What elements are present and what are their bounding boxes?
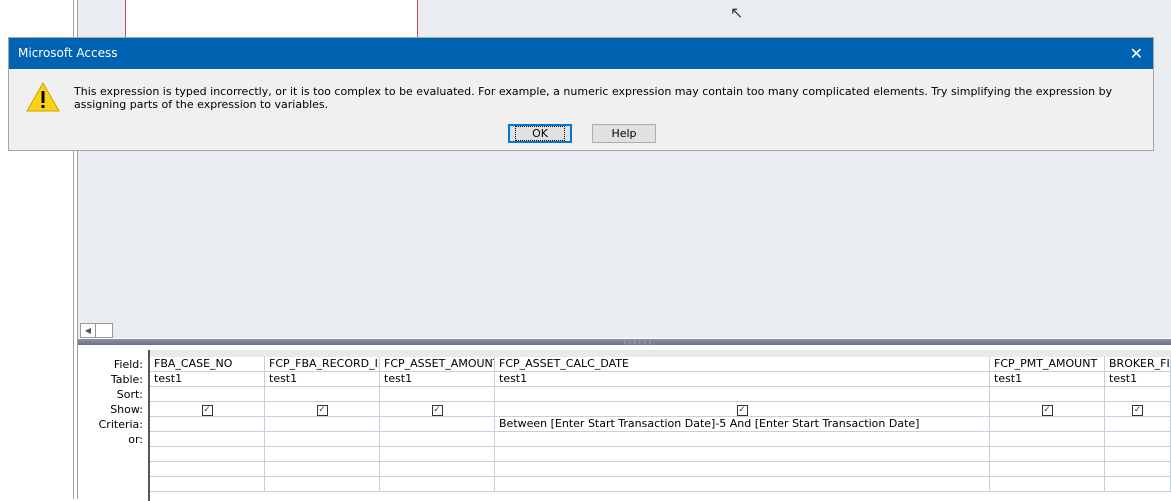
help-button[interactable]: Help xyxy=(592,124,656,143)
grid-cell-table[interactable]: test1 xyxy=(265,372,380,387)
grid-cell-show[interactable]: ✓ xyxy=(1105,402,1171,417)
grid-cell-table[interactable]: test1 xyxy=(1105,372,1171,387)
grid-cell-sort[interactable] xyxy=(1105,387,1171,402)
grid-cell-table[interactable]: test1 xyxy=(990,372,1105,387)
grid-cell-criteria[interactable]: Between [Enter Start Transaction Date]-5… xyxy=(495,417,990,432)
ok-button[interactable]: OK xyxy=(508,124,572,143)
grid-cell-field[interactable]: FCP_FBA_RECORD_ID xyxy=(265,357,380,372)
column-selector[interactable] xyxy=(990,350,1106,357)
grid-cell-field[interactable]: FCP_PMT_AMOUNT xyxy=(990,357,1105,372)
grid-cell-or[interactable] xyxy=(990,477,1105,492)
ok-label: OK xyxy=(515,126,565,141)
grid-cell-or[interactable] xyxy=(265,432,380,447)
dialog-title: Microsoft Access xyxy=(18,46,118,60)
grid-cell-show[interactable]: ✓ xyxy=(150,402,265,417)
row-label: or: xyxy=(128,433,143,446)
scroll-left-arrow-icon[interactable]: ◀ xyxy=(80,323,96,338)
row-label: Table: xyxy=(110,373,143,386)
grid-cell-field[interactable]: FBA_CASE_NO xyxy=(150,357,265,372)
grid-cell-or[interactable] xyxy=(150,447,265,462)
grid-cell-show[interactable]: ✓ xyxy=(990,402,1105,417)
row-label: Sort: xyxy=(116,388,143,401)
show-checkbox[interactable]: ✓ xyxy=(1132,405,1143,416)
show-checkbox[interactable]: ✓ xyxy=(201,405,213,416)
grid-cell-table[interactable]: test1 xyxy=(150,372,265,387)
grid-cell-sort[interactable] xyxy=(265,387,380,402)
column-selector[interactable] xyxy=(1105,350,1171,357)
grid-cell-sort[interactable] xyxy=(150,387,265,402)
show-checkbox[interactable]: ✓ xyxy=(1041,405,1053,416)
grid-cell-criteria[interactable] xyxy=(380,417,495,432)
mouse-cursor-icon: ↖ xyxy=(730,3,744,22)
show-checkbox[interactable]: ✓ xyxy=(736,405,748,416)
grid-cell-or[interactable] xyxy=(150,432,265,447)
show-checkbox[interactable]: ✓ xyxy=(431,405,443,416)
column-selector[interactable] xyxy=(495,350,991,357)
grid-cell-show[interactable]: ✓ xyxy=(380,402,495,417)
warning-icon xyxy=(26,82,60,112)
grid-cell-sort[interactable] xyxy=(495,387,990,402)
grid-cell-criteria[interactable] xyxy=(990,417,1105,432)
grid-cell-or[interactable] xyxy=(495,432,990,447)
column-selector[interactable] xyxy=(380,350,496,357)
grid-cell-or[interactable] xyxy=(150,477,265,492)
grid-cell-table[interactable]: test1 xyxy=(495,372,990,387)
grid-cell-or[interactable] xyxy=(495,477,990,492)
row-label: Show: xyxy=(110,403,143,416)
grid-cell-or[interactable] xyxy=(990,447,1105,462)
grid-cell-show[interactable]: ✓ xyxy=(265,402,380,417)
grid-cell-or[interactable] xyxy=(1105,447,1171,462)
grid-cell-field[interactable]: FCP_ASSET_CALC_DATE xyxy=(495,357,990,372)
grid-cell-or[interactable] xyxy=(990,462,1105,477)
dialog-titlebar[interactable]: Microsoft Access ✕ xyxy=(9,38,1153,69)
close-icon[interactable]: ✕ xyxy=(1130,38,1143,69)
grid-cell-or[interactable] xyxy=(380,477,495,492)
error-message: This expression is typed incorrectly, or… xyxy=(74,85,1113,111)
column-selector[interactable] xyxy=(150,350,266,357)
row-label: Criteria: xyxy=(98,418,143,431)
grid-cell-show[interactable]: ✓ xyxy=(495,402,990,417)
error-dialog: Microsoft Access ✕ This expression is ty… xyxy=(8,37,1154,151)
grid-cell-or[interactable] xyxy=(990,432,1105,447)
grid-cell-or[interactable] xyxy=(265,447,380,462)
grid-cell-field[interactable]: FCP_ASSET_AMOUNT xyxy=(380,357,495,372)
grid-cell-field[interactable]: BROKER_FIR xyxy=(1105,357,1171,372)
grid-cell-sort[interactable] xyxy=(990,387,1105,402)
grid-cell-or[interactable] xyxy=(380,447,495,462)
grid-cell-or[interactable] xyxy=(265,477,380,492)
row-label: Field: xyxy=(113,358,143,371)
grid-cell-or[interactable] xyxy=(150,462,265,477)
grid-cell-or[interactable] xyxy=(495,447,990,462)
grid-cell-or[interactable] xyxy=(380,432,495,447)
scroll-thumb[interactable] xyxy=(95,323,113,338)
show-checkbox[interactable]: ✓ xyxy=(316,405,328,416)
grid-cell-or[interactable] xyxy=(495,462,990,477)
grid-cell-or[interactable] xyxy=(1105,432,1171,447)
grid-cell-table[interactable]: test1 xyxy=(380,372,495,387)
grid-cell-criteria[interactable] xyxy=(1105,417,1171,432)
horizontal-scrollbar[interactable] xyxy=(78,322,1171,338)
grid-cell-criteria[interactable] xyxy=(265,417,380,432)
grid-cell-sort[interactable] xyxy=(380,387,495,402)
grid-cell-criteria[interactable] xyxy=(150,417,265,432)
grid-cell-or[interactable] xyxy=(1105,477,1171,492)
grid-cell-or[interactable] xyxy=(380,462,495,477)
table-field-list-test1[interactable] xyxy=(125,0,418,37)
column-selector[interactable] xyxy=(265,350,381,357)
grid-cell-or[interactable] xyxy=(265,462,380,477)
grid-cell-or[interactable] xyxy=(1105,462,1171,477)
